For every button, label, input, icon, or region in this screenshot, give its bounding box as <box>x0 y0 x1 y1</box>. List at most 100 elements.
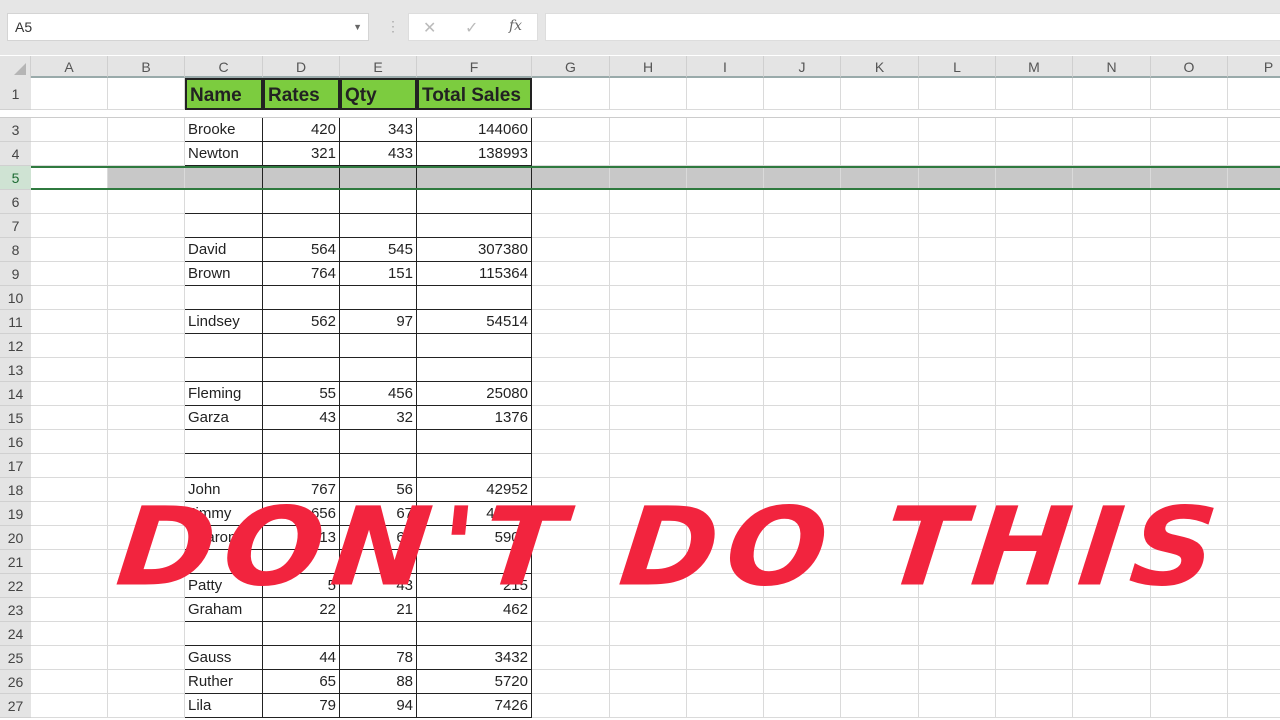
cell-l1[interactable] <box>919 78 996 110</box>
cell-n26[interactable] <box>1073 670 1151 694</box>
cell-h24[interactable] <box>610 622 687 646</box>
cell-m27[interactable] <box>996 694 1073 718</box>
cell-d13[interactable] <box>263 358 340 382</box>
cell-i12[interactable] <box>687 334 764 358</box>
cell-m6[interactable] <box>996 190 1073 214</box>
cell-n16[interactable] <box>1073 430 1151 454</box>
cell-m26[interactable] <box>996 670 1073 694</box>
cell-p15[interactable] <box>1228 406 1280 430</box>
cell-h26[interactable] <box>610 670 687 694</box>
column-header-c[interactable]: C <box>185 56 263 78</box>
cell-p24[interactable] <box>1228 622 1280 646</box>
cell-j13[interactable] <box>764 358 841 382</box>
row-header-1[interactable]: 1 <box>0 78 31 110</box>
cell-j12[interactable] <box>764 334 841 358</box>
cell-n3[interactable] <box>1073 118 1151 142</box>
cell-l11[interactable] <box>919 310 996 334</box>
cell-i15[interactable] <box>687 406 764 430</box>
row-header-11[interactable]: 11 <box>0 310 31 334</box>
cell-k24[interactable] <box>841 622 919 646</box>
cell-k16[interactable] <box>841 430 919 454</box>
cell-p17[interactable] <box>1228 454 1280 478</box>
cell-g16[interactable] <box>532 430 610 454</box>
cell-p10[interactable] <box>1228 286 1280 310</box>
cell-f1[interactable]: Total Sales <box>417 78 532 110</box>
cell-g4[interactable] <box>532 142 610 166</box>
cell-m25[interactable] <box>996 646 1073 670</box>
cell-p7[interactable] <box>1228 214 1280 238</box>
row-header-22[interactable]: 22 <box>0 574 31 598</box>
cell-f15[interactable]: 1376 <box>417 406 532 430</box>
cell-j6[interactable] <box>764 190 841 214</box>
cell-n6[interactable] <box>1073 190 1151 214</box>
cell-i24[interactable] <box>687 622 764 646</box>
cell-p11[interactable] <box>1228 310 1280 334</box>
cell-i26[interactable] <box>687 670 764 694</box>
cell-a27[interactable] <box>31 694 108 718</box>
cell-e16[interactable] <box>340 430 417 454</box>
cell-f27[interactable]: 7426 <box>417 694 532 718</box>
cell-m10[interactable] <box>996 286 1073 310</box>
row-header-6[interactable]: 6 <box>0 190 31 214</box>
row-header-12[interactable]: 12 <box>0 334 31 358</box>
cell-a4[interactable] <box>31 142 108 166</box>
cell-p13[interactable] <box>1228 358 1280 382</box>
cell-o13[interactable] <box>1151 358 1228 382</box>
cell-b1[interactable] <box>108 78 185 110</box>
column-header-n[interactable]: N <box>1073 56 1151 78</box>
cell-i4[interactable] <box>687 142 764 166</box>
column-header-d[interactable]: D <box>263 56 340 78</box>
cell-e9[interactable]: 151 <box>340 262 417 286</box>
cell-c6[interactable] <box>185 190 263 214</box>
cell-m16[interactable] <box>996 430 1073 454</box>
cell-j25[interactable] <box>764 646 841 670</box>
cell-c15[interactable]: Garza <box>185 406 263 430</box>
cell-a24[interactable] <box>31 622 108 646</box>
cell-k10[interactable] <box>841 286 919 310</box>
cell-k8[interactable] <box>841 238 919 262</box>
column-header-h[interactable]: H <box>610 56 687 78</box>
cell-h25[interactable] <box>610 646 687 670</box>
cell-n9[interactable] <box>1073 262 1151 286</box>
cell-g6[interactable] <box>532 190 610 214</box>
cell-n15[interactable] <box>1073 406 1151 430</box>
check-icon[interactable]: ✓ <box>465 18 478 38</box>
column-header-m[interactable]: M <box>996 56 1073 78</box>
cell-i27[interactable] <box>687 694 764 718</box>
cell-n10[interactable] <box>1073 286 1151 310</box>
cell-l25[interactable] <box>919 646 996 670</box>
cell-b16[interactable] <box>108 430 185 454</box>
cell-d27[interactable]: 79 <box>263 694 340 718</box>
cell-k3[interactable] <box>841 118 919 142</box>
cell-j8[interactable] <box>764 238 841 262</box>
cell-j1[interactable] <box>764 78 841 110</box>
cell-o1[interactable] <box>1151 78 1228 110</box>
row-header-10[interactable]: 10 <box>0 286 31 310</box>
cell-o3[interactable] <box>1151 118 1228 142</box>
cell-i9[interactable] <box>687 262 764 286</box>
row-header-9[interactable]: 9 <box>0 262 31 286</box>
column-header-o[interactable]: O <box>1151 56 1228 78</box>
cell-c10[interactable] <box>185 286 263 310</box>
cell-d17[interactable] <box>263 454 340 478</box>
cell-a12[interactable] <box>31 334 108 358</box>
cell-n8[interactable] <box>1073 238 1151 262</box>
cell-d12[interactable] <box>263 334 340 358</box>
cell-o6[interactable] <box>1151 190 1228 214</box>
cell-e12[interactable] <box>340 334 417 358</box>
cell-a14[interactable] <box>31 382 108 406</box>
cell-a10[interactable] <box>31 286 108 310</box>
cell-g8[interactable] <box>532 238 610 262</box>
row-header-23[interactable]: 23 <box>0 598 31 622</box>
row-header-27[interactable]: 27 <box>0 694 31 718</box>
cell-a23[interactable] <box>31 598 108 622</box>
cell-l17[interactable] <box>919 454 996 478</box>
cell-o17[interactable] <box>1151 454 1228 478</box>
cell-h14[interactable] <box>610 382 687 406</box>
cell-g27[interactable] <box>532 694 610 718</box>
cell-h11[interactable] <box>610 310 687 334</box>
cell-f13[interactable] <box>417 358 532 382</box>
cell-e6[interactable] <box>340 190 417 214</box>
row-header-21[interactable]: 21 <box>0 550 31 574</box>
column-header-b[interactable]: B <box>108 56 185 78</box>
